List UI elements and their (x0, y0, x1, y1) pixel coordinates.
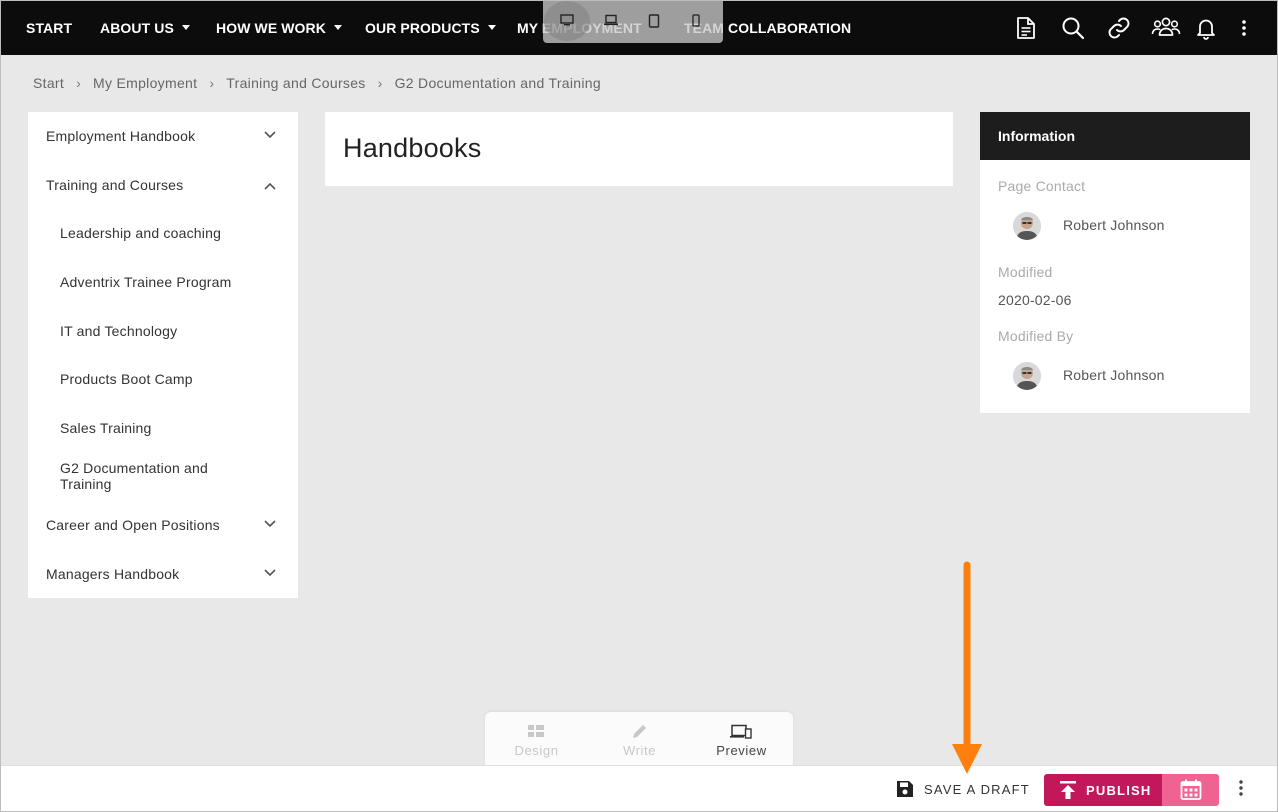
devices-icon (730, 724, 752, 739)
top-navigation: START ABOUT US HOW WE WORK OUR PRODUCTS … (0, 0, 1278, 55)
chevron-down-icon[interactable] (264, 520, 276, 528)
nav-label: HOW WE WORK (216, 19, 326, 36)
mode-label: Preview (716, 743, 767, 758)
nav-label: ABOUT US (100, 19, 174, 36)
sidebar-item-label: IT and Technology (60, 323, 178, 339)
sidebar-subitem-g2-documentation[interactable]: G2 Documentation and Training (28, 460, 298, 500)
sidebar-subitem-leadership[interactable]: Leadership and coaching (28, 225, 298, 249)
sidebar-item-label: G2 Documentation and Training (60, 460, 208, 492)
desktop-icon[interactable] (560, 14, 574, 26)
page-title-card: Handbooks (325, 112, 953, 186)
mode-label: Write (622, 743, 657, 758)
breadcrumb-item-current[interactable]: G2 Documentation and Training (395, 75, 601, 91)
phone-icon[interactable] (692, 14, 700, 27)
breadcrumb-item-my-employment[interactable]: My Employment (93, 75, 197, 91)
information-panel: Information Page Contact Robert Johnson … (980, 112, 1250, 413)
sidebar-subitem-adventrix-trainee[interactable]: Adventrix Trainee Program (28, 274, 298, 298)
bell-icon[interactable] (1196, 16, 1216, 40)
mode-label: Design (514, 743, 559, 758)
page-title: Handbooks (343, 133, 482, 163)
page-contact-label: Page Contact (998, 178, 1086, 194)
sidebar-item-label: Leadership and coaching (60, 225, 222, 241)
nav-item-our-products[interactable]: OUR PRODUCTS (365, 0, 496, 55)
more-vertical-icon[interactable] (1241, 19, 1247, 37)
breadcrumb-item-training-and-courses[interactable]: Training and Courses (226, 75, 365, 91)
laptop-icon[interactable] (603, 14, 619, 26)
design-grid-icon (528, 725, 544, 737)
sidebar-item-label: Products Boot Camp (60, 371, 193, 387)
person-photo-icon (1013, 212, 1041, 240)
save-draft-label: SAVE A DRAFT (924, 781, 1030, 797)
sidebar-item-career-open-positions[interactable]: Career and Open Positions (28, 517, 298, 541)
breadcrumb-separator: › (209, 75, 215, 91)
modified-by-name[interactable]: Robert Johnson (1063, 367, 1165, 383)
nav-item-how-we-work[interactable]: HOW WE WORK (216, 0, 342, 55)
nav-item-start[interactable]: START (26, 0, 72, 55)
modified-label: Modified (998, 264, 1053, 280)
breadcrumb-separator: › (76, 75, 82, 91)
nav-item-about-us[interactable]: ABOUT US (100, 0, 190, 55)
caret-down-icon (487, 25, 496, 30)
sidebar-item-employment-handbook[interactable]: Employment Handbook (28, 128, 298, 152)
document-icon[interactable] (1016, 16, 1036, 40)
bottom-action-bar: SAVE A DRAFT PUBLISH (0, 765, 1278, 812)
sidebar-subitem-sales-training[interactable]: Sales Training (28, 420, 298, 444)
sidebar-item-training-and-courses[interactable]: Training and Courses (28, 177, 298, 201)
sidebar-item-label: Managers Handbook (46, 566, 180, 582)
search-icon[interactable] (1061, 16, 1085, 40)
avatar[interactable] (1013, 362, 1041, 390)
schedule-publish-button[interactable] (1162, 774, 1219, 806)
people-icon[interactable] (1151, 16, 1181, 38)
sidebar-item-label: Career and Open Positions (46, 517, 220, 533)
device-preview-switcher (543, 0, 723, 43)
sidebar-item-managers-handbook[interactable]: Managers Handbook (28, 566, 298, 590)
person-photo-icon (1013, 362, 1041, 390)
mode-design[interactable]: Design (485, 712, 588, 768)
modified-by-label: Modified By (998, 328, 1074, 344)
sidebar-item-label: Adventrix Trainee Program (60, 274, 232, 290)
nav-label: OUR PRODUCTS (365, 19, 480, 36)
sidebar-item-label: Sales Training (60, 420, 152, 436)
tablet-icon[interactable] (648, 14, 660, 28)
chevron-down-icon[interactable] (264, 569, 276, 577)
sidebar-subitem-it-technology[interactable]: IT and Technology (28, 323, 298, 347)
breadcrumb-separator: › (377, 75, 383, 91)
editor-mode-switcher: Design Write Preview (485, 712, 793, 768)
sidebar-item-label: Training and Courses (46, 177, 184, 193)
nav-label: START (26, 19, 73, 36)
chevron-up-icon[interactable] (264, 182, 276, 190)
caret-down-icon (333, 25, 342, 30)
publish-label: PUBLISH (1086, 782, 1152, 798)
pencil-icon (633, 725, 646, 738)
breadcrumb: Start › My Employment › Training and Cou… (33, 75, 601, 91)
more-vertical-icon[interactable] (1238, 779, 1244, 797)
sidebar-item-label: Employment Handbook (46, 128, 196, 144)
breadcrumb-item-start[interactable]: Start (33, 75, 64, 91)
calendar-icon (1180, 779, 1202, 800)
avatar[interactable] (1013, 212, 1041, 240)
mode-write[interactable]: Write (588, 712, 691, 768)
sidebar-subitem-products-boot-camp[interactable]: Products Boot Camp (28, 371, 298, 395)
modified-date: 2020-02-06 (998, 292, 1072, 308)
annotation-arrow-icon (952, 561, 982, 774)
chevron-down-icon[interactable] (264, 131, 276, 139)
publish-button[interactable]: PUBLISH (1044, 774, 1162, 806)
save-icon (897, 781, 913, 797)
publish-upload-icon (1060, 781, 1076, 799)
information-header: Information (980, 112, 1250, 160)
page-contact-name[interactable]: Robert Johnson (1063, 217, 1165, 233)
mode-preview[interactable]: Preview (690, 712, 793, 768)
caret-down-icon (181, 25, 190, 30)
save-draft-button[interactable]: SAVE A DRAFT (896, 780, 1030, 798)
sidebar-navigation: Employment Handbook Training and Courses… (28, 112, 298, 598)
link-icon[interactable] (1107, 16, 1131, 40)
